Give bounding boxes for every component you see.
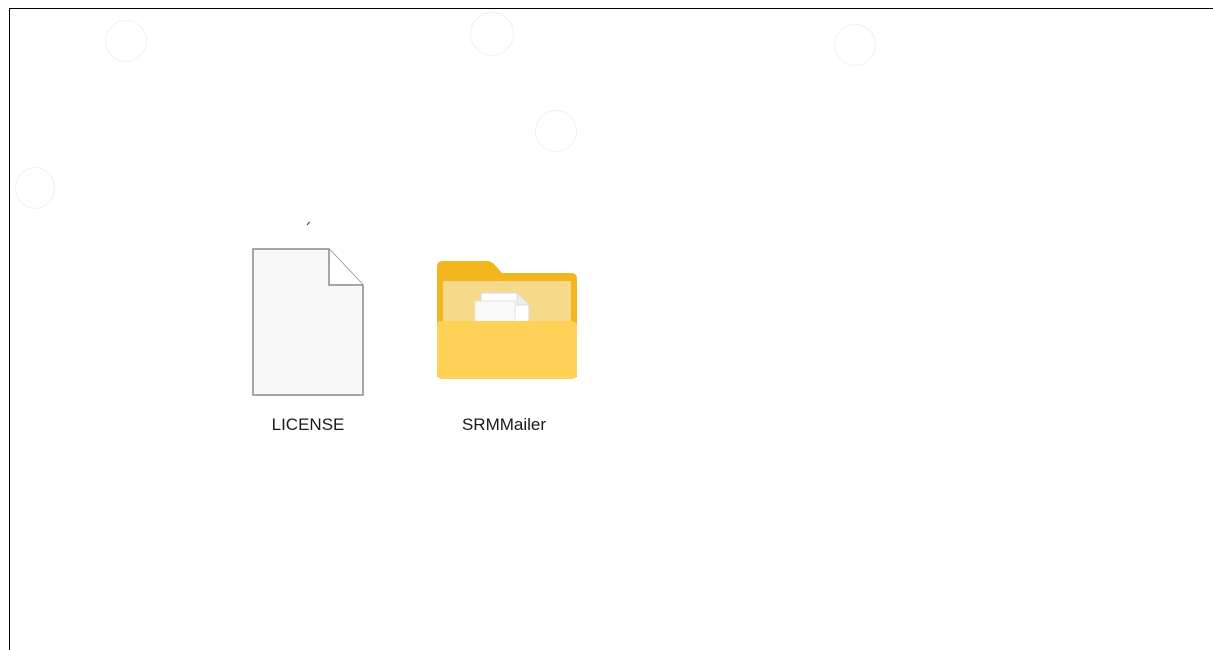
ghost-circle xyxy=(105,20,147,62)
desktop-item-srmmailer[interactable]: SRMMailer xyxy=(429,247,579,453)
ghost-circle xyxy=(834,24,876,66)
ghost-circle xyxy=(470,12,514,56)
blank-document-icon xyxy=(233,247,383,407)
folder-with-documents-icon xyxy=(429,247,579,407)
ghost-circle xyxy=(535,110,577,152)
item-label: SRMMailer xyxy=(461,415,547,434)
tick-mark-icon xyxy=(306,221,310,226)
ghost-circle xyxy=(15,167,55,209)
desktop-item-license[interactable]: LICENSE xyxy=(233,247,383,453)
item-label: LICENSE xyxy=(271,415,345,434)
desktop-area[interactable]: LICENSE SRMMailer xyxy=(9,8,1213,650)
